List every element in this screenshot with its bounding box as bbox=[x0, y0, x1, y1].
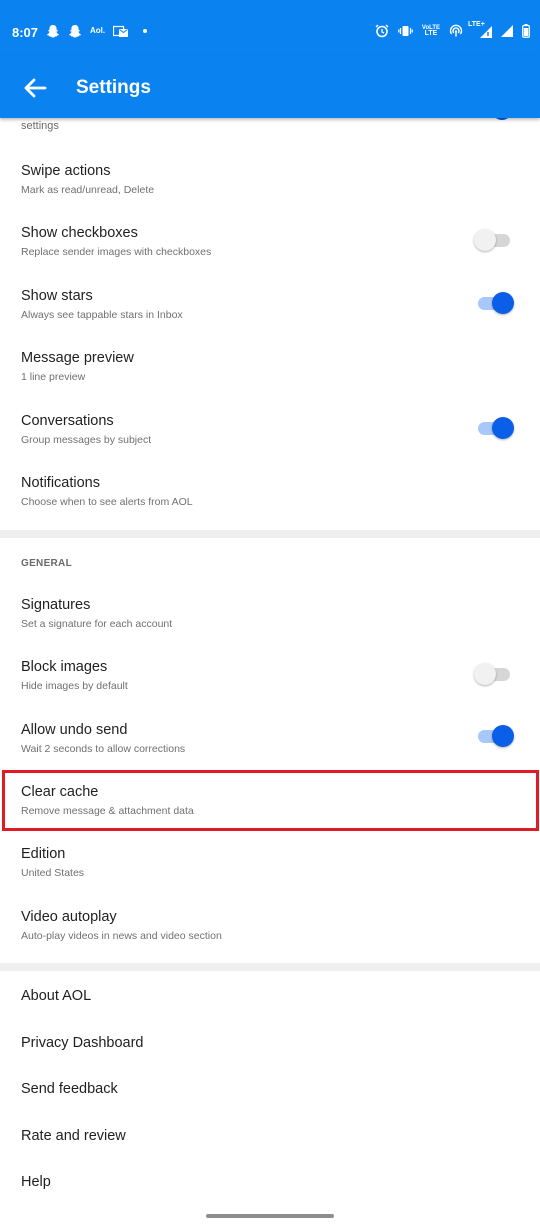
settings-item-allow-undo-send[interactable]: Allow undo send Wait 2 seconds to allow … bbox=[0, 722, 540, 784]
volte-icon: VoLTE LTE bbox=[421, 25, 440, 37]
item-title: Swipe actions bbox=[21, 163, 111, 179]
settings-item-message-preview[interactable]: Message preview 1 line preview bbox=[0, 350, 540, 412]
system-icons: VoLTE LTE LTE+ bbox=[375, 21, 530, 38]
item-title: Help bbox=[21, 1174, 51, 1190]
show-stars-toggle[interactable] bbox=[474, 291, 514, 315]
item-title: Message preview bbox=[21, 350, 134, 366]
block-images-toggle[interactable] bbox=[474, 662, 514, 686]
item-title: Notifications bbox=[21, 475, 100, 491]
item-subtitle: Hide images by default bbox=[21, 680, 128, 692]
item-title: About AOL bbox=[21, 988, 92, 1004]
settings-item-notifications[interactable]: Notifications Choose when to see alerts … bbox=[0, 475, 540, 537]
allow-undo-send-toggle[interactable] bbox=[474, 724, 514, 748]
item-title: Edition bbox=[21, 846, 66, 862]
hotspot-icon bbox=[449, 24, 463, 37]
item-title: Show checkboxes bbox=[21, 225, 138, 241]
item-title: Send feedback bbox=[21, 1081, 118, 1097]
item-title: Block images bbox=[21, 659, 108, 675]
settings-item-send-feedback[interactable]: Send feedback bbox=[0, 1081, 540, 1121]
item-title: Privacy Dashboard bbox=[21, 1035, 144, 1051]
partial-item-subtitle: settings bbox=[21, 120, 59, 132]
snapchat-icon bbox=[69, 25, 81, 38]
section-header-general: GENERAL bbox=[21, 558, 72, 569]
item-subtitle: Replace sender images with checkboxes bbox=[21, 246, 212, 258]
settings-item-about-aol[interactable]: About AOL bbox=[0, 988, 540, 1028]
item-subtitle: Wait 2 seconds to allow corrections bbox=[21, 743, 186, 755]
back-button[interactable] bbox=[20, 73, 50, 103]
settings-item-show-checkboxes[interactable]: Show checkboxes Replace sender images wi… bbox=[0, 225, 540, 287]
item-title: Conversations bbox=[21, 413, 114, 429]
lte-signal-icon: LTE+ bbox=[468, 21, 492, 38]
arrow-left-icon bbox=[24, 78, 47, 98]
status-time: 8:07 bbox=[12, 25, 39, 40]
item-subtitle: Remove message & attachment data bbox=[21, 805, 194, 817]
item-subtitle: Group messages by subject bbox=[21, 434, 152, 446]
item-title: Signatures bbox=[21, 597, 91, 613]
item-subtitle: 1 line preview bbox=[21, 371, 86, 383]
item-title: Video autoplay bbox=[21, 909, 117, 925]
snapchat-icon bbox=[47, 25, 59, 38]
mail-icon bbox=[113, 25, 129, 37]
item-title: Allow undo send bbox=[21, 722, 128, 738]
settings-item-privacy-dashboard[interactable]: Privacy Dashboard bbox=[0, 1035, 540, 1075]
item-title: Show stars bbox=[21, 288, 93, 304]
settings-item-block-images[interactable]: Block images Hide images by default bbox=[0, 659, 540, 721]
item-subtitle: Always see tappable stars in Inbox bbox=[21, 309, 183, 321]
section-divider bbox=[0, 530, 540, 538]
item-subtitle: Choose when to see alerts from AOL bbox=[21, 496, 193, 508]
settings-item-conversations[interactable]: Conversations Group messages by subject bbox=[0, 413, 540, 475]
item-subtitle: Set a signature for each account bbox=[21, 618, 173, 630]
aol-icon: Aol. bbox=[90, 26, 106, 35]
item-title: Rate and review bbox=[21, 1128, 126, 1144]
section-divider bbox=[0, 963, 540, 971]
settings-item-help[interactable]: Help bbox=[0, 1174, 540, 1210]
item-subtitle: United States bbox=[21, 867, 85, 879]
item-title: Clear cache bbox=[21, 784, 99, 800]
battery-icon bbox=[522, 24, 530, 38]
status-bar: 8:07 Aol. VoLTE LTE LTE+ bbox=[0, 0, 540, 56]
settings-item-signatures[interactable]: Signatures Set a signature for each acco… bbox=[0, 597, 540, 659]
settings-item-swipe-actions[interactable]: Swipe actions Mark as read/unread, Delet… bbox=[0, 163, 540, 225]
settings-item-video-autoplay[interactable]: Video autoplay Auto-play videos in news … bbox=[0, 909, 540, 971]
show-checkboxes-toggle[interactable] bbox=[474, 228, 514, 252]
settings-item-show-stars[interactable]: Show stars Always see tappable stars in … bbox=[0, 288, 540, 350]
gesture-nav-handle[interactable] bbox=[206, 1214, 334, 1218]
settings-item-rate-and-review[interactable]: Rate and review bbox=[0, 1128, 540, 1168]
notification-icons: Aol. bbox=[46, 24, 148, 38]
alarm-icon bbox=[375, 24, 389, 38]
conversations-toggle[interactable] bbox=[474, 416, 514, 440]
app-bar: Settings bbox=[0, 56, 540, 118]
settings-item-clear-cache[interactable]: Clear cache Remove message & attachment … bbox=[0, 784, 540, 846]
signal-icon bbox=[501, 25, 513, 37]
vibrate-icon bbox=[398, 26, 413, 36]
dot-icon bbox=[143, 29, 148, 33]
settings-item-edition[interactable]: Edition United States bbox=[0, 846, 540, 908]
item-subtitle: Auto-play videos in news and video secti… bbox=[21, 930, 222, 942]
item-subtitle: Mark as read/unread, Delete bbox=[21, 184, 155, 196]
page-title: Settings bbox=[76, 77, 151, 98]
